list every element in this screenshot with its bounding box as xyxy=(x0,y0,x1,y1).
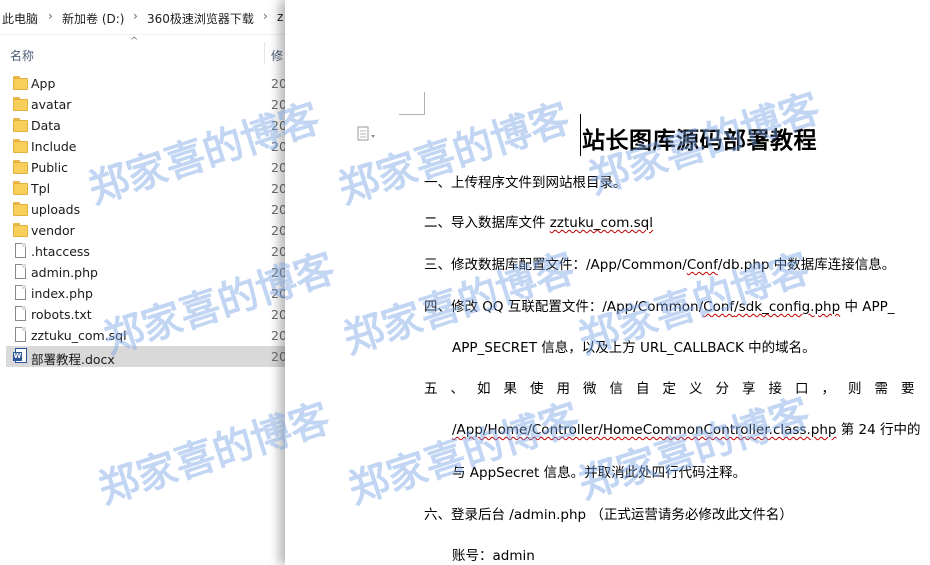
column-divider[interactable] xyxy=(264,42,265,64)
file-name: uploads xyxy=(31,202,81,217)
file-row[interactable]: admin.php 20 xyxy=(6,262,300,283)
folder-icon xyxy=(13,97,29,111)
file-row[interactable]: robots.txt 20 xyxy=(6,304,300,325)
conf-word: Conf xyxy=(686,257,718,273)
step-5: 五、如果使用微信自定义分享接口，则需要 xyxy=(424,381,928,397)
file-name: avatar xyxy=(31,97,72,112)
file-name: 部署教程.docx xyxy=(31,352,115,367)
breadcrumb-separator: › xyxy=(133,9,138,23)
folder-icon xyxy=(13,139,29,153)
word-document-icon: W xyxy=(13,348,29,363)
file-row[interactable]: W 部署教程.docx 20 xyxy=(6,346,300,367)
file-name: Include xyxy=(31,139,77,154)
step-5-continued: 与 AppSecret 信息。并取消此处四行代码注释。 xyxy=(452,465,747,481)
step-5-path-line: /App/Home/Controller/HomeCommonControlle… xyxy=(452,418,921,438)
text-cursor xyxy=(580,114,581,156)
folder-row[interactable]: App 20 xyxy=(6,73,300,94)
column-header: 名称 ^ 修 xyxy=(0,34,300,66)
file-name: index.php xyxy=(31,286,93,301)
breadcrumb-this-pc[interactable]: 此电脑 xyxy=(2,10,38,27)
sql-filename: zztuku_com.sql xyxy=(549,215,654,231)
breadcrumb-separator: › xyxy=(48,9,53,23)
folder-row[interactable]: Public 20 xyxy=(6,157,300,178)
step-2-text: 二、导入数据库文件 xyxy=(424,215,546,231)
folder-icon xyxy=(13,76,29,90)
controller-path: /App/Home/Controller/HomeCommonControlle… xyxy=(452,422,837,438)
file-name: Public xyxy=(31,160,68,175)
paste-options-icon[interactable] xyxy=(356,126,376,142)
step-4-continued: APP_SECRET 信息，以及上方 URL_CALLBACK 中的域名。 xyxy=(452,340,816,356)
file-icon xyxy=(13,285,29,300)
folder-icon xyxy=(13,118,29,132)
folder-icon xyxy=(13,202,29,216)
step-2: 二、导入数据库文件 zztuku_com.sql xyxy=(424,211,653,231)
breadcrumb: 此电脑 › 新加卷 (D:) › 360极速浏览器下载 › z xyxy=(0,0,300,35)
file-row[interactable]: .htaccess 20 xyxy=(6,241,300,262)
file-name: zztuku_com.sql xyxy=(31,328,127,343)
step-5-path-suffix: 第 24 行中的 xyxy=(836,422,921,438)
folder-row[interactable]: uploads 20 xyxy=(6,199,300,220)
file-explorer: 此电脑 › 新加卷 (D:) › 360极速浏览器下载 › z 名称 ^ 修 A… xyxy=(0,0,300,565)
step-6: 六、登录后台 /admin.php （正式运营请务必修改此文件名） xyxy=(424,507,793,523)
breadcrumb-download-folder[interactable]: 360极速浏览器下载 xyxy=(147,10,254,27)
file-name: robots.txt xyxy=(31,307,92,322)
file-name: admin.php xyxy=(31,265,98,280)
account-line: 账号：admin xyxy=(452,548,535,564)
breadcrumb-drive-d[interactable]: 新加卷 (D:) xyxy=(62,10,124,27)
folder-row[interactable]: Include 20 xyxy=(6,136,300,157)
step-3-suffix: 中数据库连接信息。 xyxy=(769,257,896,273)
step-4-suffix: 中 APP_ xyxy=(840,299,895,315)
folder-icon xyxy=(13,160,29,174)
file-icon xyxy=(13,264,29,279)
margin-crop-mark xyxy=(424,92,425,114)
file-row[interactable]: zztuku_com.sql 20 xyxy=(6,325,300,346)
folder-row[interactable]: Tpl 20 xyxy=(6,178,300,199)
document-title: 站长图库源码部署教程 xyxy=(582,128,817,154)
sort-ascending-icon: ^ xyxy=(130,36,139,47)
step-4-text: 四、修改 QQ 互联配置文件：/App/Common/ xyxy=(424,299,704,315)
folder-icon xyxy=(13,223,29,237)
conf-word: Conf xyxy=(703,299,735,315)
column-name-header[interactable]: 名称 xyxy=(10,47,34,64)
step-4: 四、修改 QQ 互联配置文件：/App/Common/Conf/sdk_conf… xyxy=(424,295,895,315)
breadcrumb-separator: › xyxy=(263,9,268,23)
step-3: 三、修改数据库配置文件：/App/Common/Conf/db.php 中数据库… xyxy=(424,253,895,273)
sdk-config-path: /sdk_config.php xyxy=(734,299,841,315)
step-1: 一、上传程序文件到网站根目录。 xyxy=(424,175,627,191)
file-name: Tpl xyxy=(31,181,51,196)
step-3-text: 三、修改数据库配置文件：/App/Common/ xyxy=(424,257,687,273)
file-icon xyxy=(13,327,29,342)
column-modified-header[interactable]: 修 xyxy=(271,47,283,64)
file-name: .htaccess xyxy=(31,244,90,259)
margin-crop-mark xyxy=(399,114,425,115)
file-icon xyxy=(13,306,29,321)
folder-row[interactable]: vendor 20 xyxy=(6,220,300,241)
file-icon xyxy=(13,243,29,258)
breadcrumb-current-folder[interactable]: z xyxy=(277,10,283,24)
folder-row[interactable]: avatar 20 xyxy=(6,94,300,115)
file-name: vendor xyxy=(31,223,75,238)
file-row[interactable]: index.php 20 xyxy=(6,283,300,304)
file-name: Data xyxy=(31,118,61,133)
folder-icon xyxy=(13,181,29,195)
folder-row[interactable]: Data 20 xyxy=(6,115,300,136)
db-path: /db.php xyxy=(717,257,770,273)
file-name: App xyxy=(31,76,56,91)
